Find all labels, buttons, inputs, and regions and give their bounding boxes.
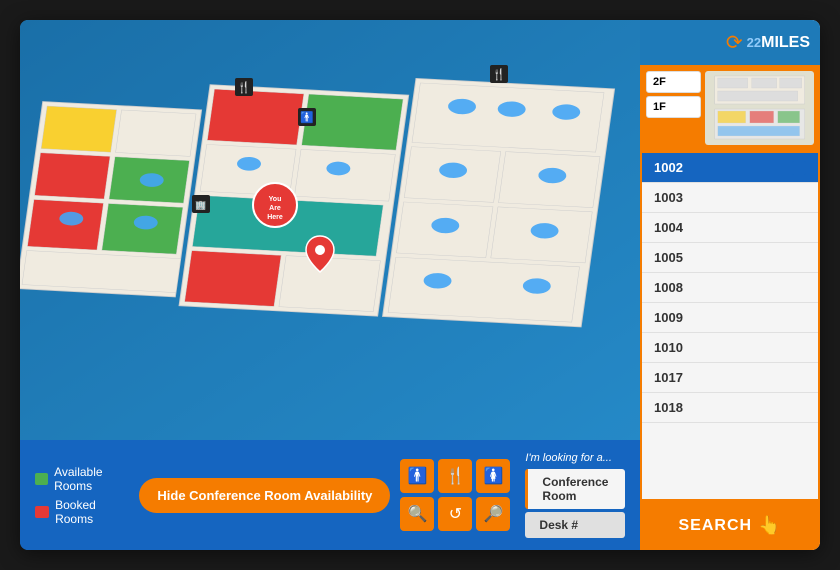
- icon-row-top: 🚹 🍴 🚺: [400, 459, 510, 493]
- svg-text:Are: Are: [269, 205, 281, 212]
- floor-selector: 2F 1F: [640, 65, 820, 151]
- legend-available: Available Rooms: [35, 465, 119, 493]
- room-list-item-1002[interactable]: 1002: [642, 153, 818, 183]
- floor-plan-svg: 🍴 🚹 🍴 🏢 You Are Here: [20, 20, 640, 440]
- room-list-item-1004[interactable]: 1004: [642, 213, 818, 243]
- floor-1-label: 1F: [653, 101, 666, 113]
- floor-2-label: 2F: [653, 76, 666, 88]
- room-list-item-1005[interactable]: 1005: [642, 243, 818, 273]
- food-icon-button[interactable]: 🍴: [438, 459, 472, 493]
- floor-1-button[interactable]: 1F: [646, 96, 701, 118]
- svg-text:🏢: 🏢: [195, 200, 206, 210]
- svg-text:🚹: 🚹: [300, 111, 314, 124]
- legend-available-box: [35, 473, 48, 485]
- floor-thumbnail-svg: [705, 71, 814, 145]
- room-id: 1018: [654, 400, 683, 415]
- room-id: 1003: [654, 190, 683, 205]
- logo-area: ⟳ 22MILES: [640, 20, 820, 65]
- zoom-out-button[interactable]: 🔎: [476, 497, 510, 531]
- search-button[interactable]: SEARCH 👆: [640, 501, 820, 550]
- search-cursor-icon: 👆: [758, 515, 781, 536]
- icon-row-bottom: 🔍 ↺ 🔎: [400, 497, 510, 531]
- room-id: 1004: [654, 220, 683, 235]
- conference-room-tab[interactable]: Conference Room: [525, 469, 625, 509]
- map-controls: 🚹 🍴 🚺 🔍 ↺ 🔎: [400, 459, 510, 531]
- room-id: 1010: [654, 340, 683, 355]
- woman-icon-button[interactable]: 🚺: [476, 459, 510, 493]
- room-list-item-1018[interactable]: 1018: [642, 393, 818, 423]
- hide-availability-button[interactable]: Hide Conference Room Availability: [139, 478, 390, 513]
- main-screen: 🍴 🚹 🍴 🏢 You Are Here: [20, 20, 820, 550]
- room-id: 1008: [654, 280, 683, 295]
- search-button-label: SEARCH: [679, 517, 753, 535]
- room-selected-badge: [792, 161, 806, 175]
- logo-icon: ⟳: [726, 30, 743, 55]
- person-icon-button[interactable]: 🚹: [400, 459, 434, 493]
- room-list-item-1009[interactable]: 1009: [642, 303, 818, 333]
- floor-2-button[interactable]: 2F: [646, 71, 701, 93]
- legend-booked-box: [35, 506, 49, 518]
- room-list-item-1017[interactable]: 1017: [642, 363, 818, 393]
- room-list-item-1008[interactable]: 1008: [642, 273, 818, 303]
- logo-text: 22MILES: [747, 34, 810, 52]
- logo-number: 22: [747, 35, 761, 50]
- svg-text:Here: Here: [267, 214, 283, 221]
- logo-brand: MILES: [761, 34, 810, 51]
- svg-text:🍴: 🍴: [237, 81, 251, 94]
- room-list-item-1003[interactable]: 1003: [642, 183, 818, 213]
- legend: Available Rooms Booked Rooms: [35, 465, 119, 526]
- zoom-in-button[interactable]: 🔍: [400, 497, 434, 531]
- room-id: 1005: [654, 250, 683, 265]
- search-prompt: I'm looking for a...: [525, 452, 625, 464]
- zoom-reset-button[interactable]: ↺: [438, 497, 472, 531]
- legend-booked-label: Booked Rooms: [55, 498, 119, 526]
- desk-tab[interactable]: Desk #: [525, 512, 625, 538]
- room-list-item-1010[interactable]: 1010: [642, 333, 818, 363]
- right-panel: ⟳ 22MILES 2F 1F: [640, 20, 820, 550]
- room-id: 1002: [654, 160, 683, 175]
- map-area: 🍴 🚹 🍴 🏢 You Are Here: [20, 20, 640, 440]
- legend-available-label: Available Rooms: [54, 465, 119, 493]
- search-tabs: Conference Room Desk #: [525, 469, 625, 538]
- search-area: I'm looking for a... Conference Room Des…: [525, 452, 625, 538]
- bottom-bar: Available Rooms Booked Rooms Hide Confer…: [20, 440, 640, 550]
- room-list: 1002 1003 1004 1005 1008 1009 1010 10: [640, 151, 820, 501]
- room-id: 1009: [654, 310, 683, 325]
- legend-booked: Booked Rooms: [35, 498, 119, 526]
- svg-text:You: You: [269, 196, 282, 203]
- room-id: 1017: [654, 370, 683, 385]
- svg-text:🍴: 🍴: [492, 68, 506, 81]
